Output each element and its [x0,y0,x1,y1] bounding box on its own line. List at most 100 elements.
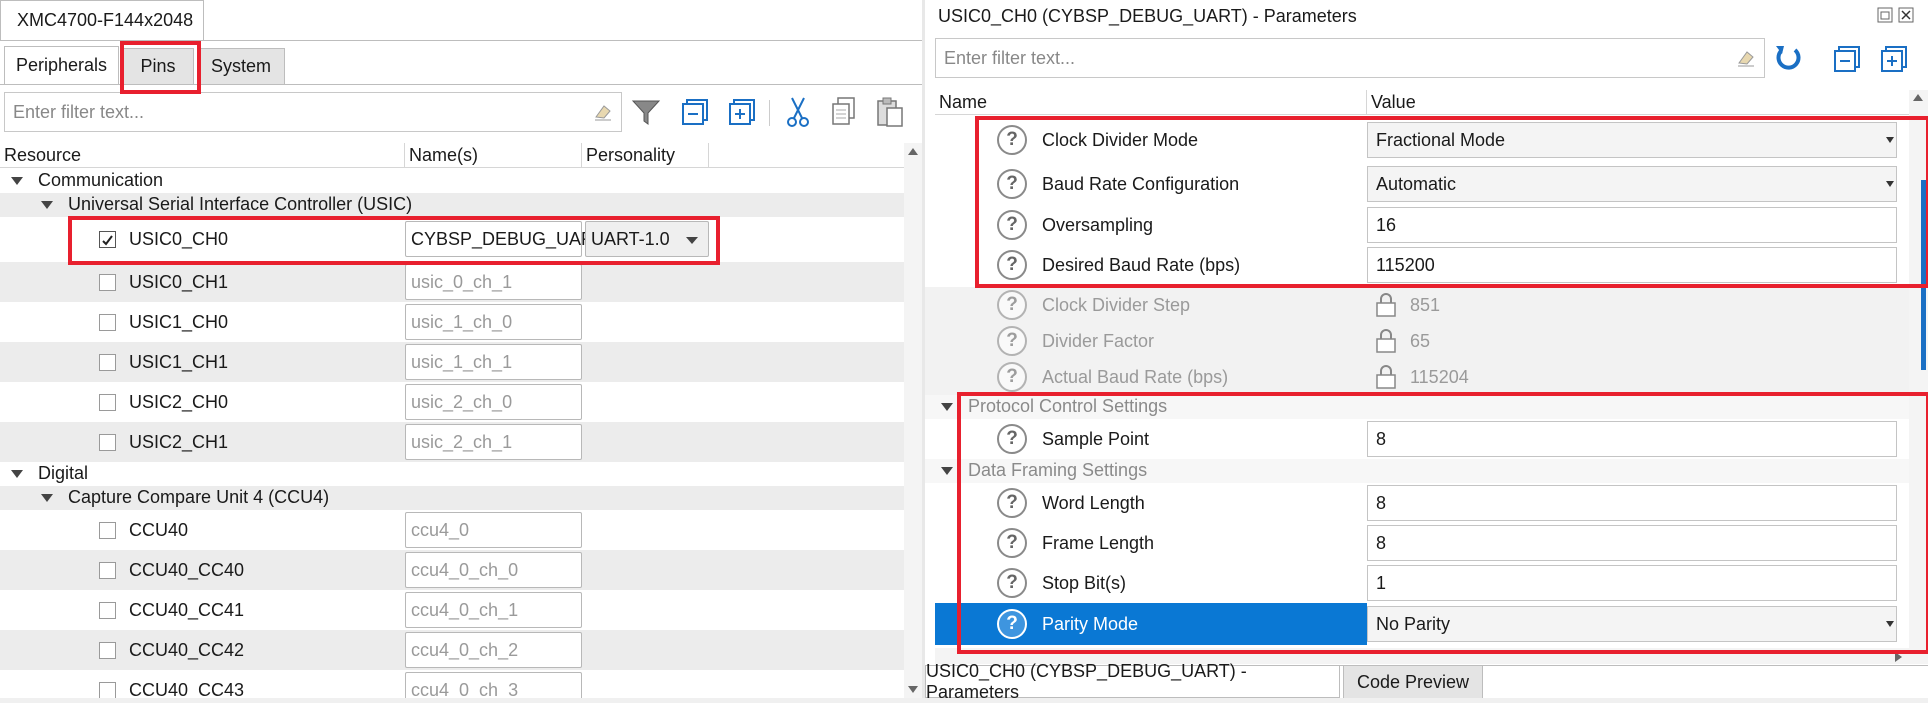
parameters-filter-input[interactable]: Enter filter text... [935,38,1765,78]
enable-checkbox[interactable] [99,682,116,698]
name-field[interactable]: usic_0_ch_1 [405,264,582,300]
collapse-all-icon[interactable] [1833,45,1861,73]
subgroup-label: Universal Serial Interface Controller (U… [68,194,413,214]
enable-checkbox[interactable] [99,602,116,619]
param-name: Actual Baud Rate (bps) [1042,367,1229,387]
peripheral-filter-input[interactable]: Enter filter text... [4,92,622,132]
param-name: Clock Divider Step [1042,295,1191,315]
enable-checkbox[interactable] [99,394,116,411]
param-value: 65 [1410,331,1431,351]
name-field[interactable]: ccu4_0_ch_0 [405,552,582,588]
param-row-divider-factor: ? Divider Factor 65 [925,323,1909,359]
column-personality[interactable]: Personality [582,143,709,167]
name-field[interactable]: usic_1_ch_1 [405,344,582,380]
highlight-usic0-ch0-row [68,216,720,265]
help-icon[interactable]: ? [997,362,1027,392]
tree-group-communication[interactable]: Communication [0,169,904,193]
name-field[interactable]: ccu4_0_ch_1 [405,592,582,628]
resource-table-header: Resource Name(s) Personality [0,143,904,168]
highlight-baud-settings [975,116,1928,288]
collapse-all-icon[interactable] [681,98,709,126]
table-row[interactable]: USIC1_CH0 usic_1_ch_0 [0,302,904,342]
expand-all-icon[interactable] [1880,45,1908,73]
vertical-scrollbar[interactable] [904,143,922,698]
clear-filter-icon[interactable] [1736,49,1756,67]
filter-icon[interactable] [630,96,662,128]
scroll-down-icon[interactable] [908,686,918,693]
resource-label: USIC2_CH1 [129,432,229,452]
table-row[interactable]: CCU40_CC41 ccu4_0_ch_1 [0,590,904,630]
name-field[interactable]: usic_1_ch_0 [405,304,582,340]
tab-code-preview[interactable]: Code Preview [1343,666,1483,698]
enable-checkbox[interactable] [99,642,116,659]
tree-subgroup-usic[interactable]: Universal Serial Interface Controller (U… [0,193,904,217]
table-row[interactable]: USIC1_CH1 usic_1_ch_1 [0,342,904,382]
subgroup-label: Capture Compare Unit 4 (CCU4) [68,487,330,507]
lock-icon [1376,293,1396,317]
enable-checkbox[interactable] [99,522,116,539]
highlight-protocol-framing [957,392,1928,654]
copy-icon[interactable] [830,96,858,128]
name-field[interactable]: usic_2_ch_1 [405,424,582,460]
table-row[interactable]: CCU40_CC43 ccu4_0_ch_3 [0,670,904,698]
paste-icon[interactable] [875,96,905,128]
column-name[interactable]: Name [935,90,1367,114]
table-row[interactable]: USIC0_CH1 usic_0_ch_1 [0,262,904,302]
parameters-title: USIC0_CH0 (CYBSP_DEBUG_UART) - Parameter… [938,6,1357,26]
resource-label: USIC2_CH0 [129,392,229,412]
table-row[interactable]: CCU40 ccu4_0 [0,510,904,550]
parameters-table-header: Name Value [935,90,1909,115]
tab-system[interactable]: System [197,48,285,84]
resource-label: USIC1_CH0 [129,312,229,332]
resource-label: CCU40_CC41 [129,600,245,620]
table-row[interactable]: USIC2_CH0 usic_2_ch_0 [0,382,904,422]
filter-placeholder: Enter filter text... [13,101,145,122]
clear-filter-icon[interactable] [593,103,613,121]
resource-label: USIC0_CH1 [129,272,229,292]
close-icon[interactable] [1898,7,1914,23]
lock-icon [1376,329,1396,353]
column-names[interactable]: Name(s) [405,143,582,167]
restore-icon[interactable] [1877,7,1893,23]
name-field[interactable]: usic_2_ch_0 [405,384,582,420]
column-resource[interactable]: Resource [0,143,405,167]
lock-icon [1376,365,1396,389]
table-row[interactable]: CCU40_CC42 ccu4_0_ch_2 [0,630,904,670]
resource-label: CCU40_CC43 [129,680,245,698]
name-field[interactable]: ccu4_0_ch_2 [405,632,582,668]
expand-all-icon[interactable] [728,98,756,126]
enable-checkbox[interactable] [99,354,116,371]
enable-checkbox[interactable] [99,434,116,451]
help-icon[interactable]: ? [997,290,1027,320]
resource-label: CCU40_CC40 [129,560,245,580]
help-icon[interactable]: ? [997,326,1027,356]
cut-icon[interactable] [784,96,812,128]
enable-checkbox[interactable] [99,314,116,331]
expand-arrow-icon[interactable] [41,201,53,209]
device-tab[interactable]: XMC4700-F144x2048 [0,0,204,40]
expand-arrow-icon[interactable] [11,470,23,478]
table-row[interactable]: CCU40_CC40 ccu4_0_ch_0 [0,550,904,590]
refresh-icon[interactable] [1773,42,1803,72]
tree-subgroup-ccu4[interactable]: Capture Compare Unit 4 (CCU4) [0,486,904,510]
resource-label: CCU40 [129,520,189,540]
expand-arrow-icon[interactable] [41,494,53,502]
tab-peripherals[interactable]: Peripherals [4,46,119,84]
name-field[interactable]: ccu4_0_ch_3 [405,672,582,698]
param-name: Divider Factor [1042,331,1155,351]
expand-arrow-icon[interactable] [11,177,23,185]
scroll-up-icon[interactable] [1913,94,1923,101]
param-row-clock-divider-step: ? Clock Divider Step 851 [925,287,1909,323]
param-value: 851 [1410,295,1441,315]
column-value[interactable]: Value [1367,90,1909,114]
scroll-up-icon[interactable] [908,148,918,155]
expand-arrow-icon[interactable] [941,467,953,475]
expand-arrow-icon[interactable] [941,403,953,411]
tree-group-digital[interactable]: Digital [0,462,904,486]
enable-checkbox[interactable] [99,274,116,291]
table-row[interactable]: USIC2_CH1 usic_2_ch_1 [0,422,904,462]
name-field[interactable]: ccu4_0 [405,512,582,548]
filter-placeholder: Enter filter text... [944,47,1076,68]
tab-parameters[interactable]: USIC0_CH0 (CYBSP_DEBUG_UART) - Parameter… [925,661,1340,702]
enable-checkbox[interactable] [99,562,116,579]
